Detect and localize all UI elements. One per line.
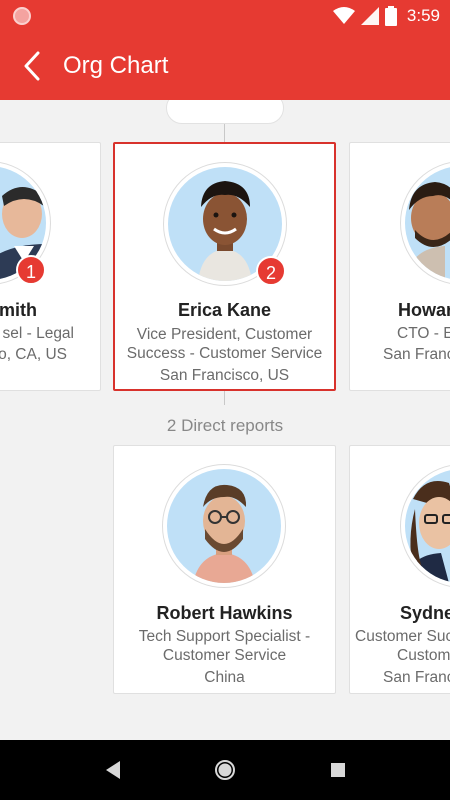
manager-card-right[interactable]: Howar CTO - E San Franc — [349, 142, 450, 391]
status-icons: 3:59 — [332, 4, 440, 28]
report-card[interactable]: Sydne Customer Suc Custom San Franc — [349, 445, 450, 694]
person-name: Erica Kane — [177, 300, 272, 320]
connector-top — [224, 124, 225, 142]
status-bar: 3:59 — [0, 0, 450, 32]
avatar-photo — [405, 166, 450, 280]
notification-dot-icon — [13, 7, 31, 25]
person-role-cont: Custom — [397, 647, 450, 664]
person-role: Tech Support Specialist - — [138, 628, 311, 645]
page-title: Org Chart — [63, 52, 169, 79]
avatar-photo — [405, 469, 450, 583]
reports-count-badge: 2 — [256, 256, 286, 286]
system-nav-bar — [0, 740, 450, 800]
nav-recents-button[interactable] — [326, 758, 350, 782]
person-location: San Franc — [383, 669, 450, 686]
person-location: co, CA, US — [0, 346, 67, 363]
manager-card-left[interactable]: 1 mith sel - Legal co, CA, US — [0, 142, 101, 391]
nav-back-icon — [106, 761, 120, 779]
nav-recents-icon — [331, 763, 345, 777]
person-role-cont: Customer Service — [162, 647, 287, 664]
person-name: Robert Hawkins — [156, 603, 293, 623]
person-role: Vice President, Customer — [136, 326, 313, 343]
nav-home-button[interactable] — [213, 758, 237, 782]
connector-middle — [224, 391, 225, 405]
battery-icon — [384, 6, 397, 26]
back-button[interactable] — [12, 46, 52, 86]
reports-count-badge: 1 — [16, 255, 46, 285]
avatar: 1 — [0, 161, 51, 285]
person-location: China — [204, 669, 245, 686]
direct-reports-label: 2 Direct reports — [166, 416, 284, 435]
avatar: 2 — [163, 162, 287, 286]
person-name: Howar — [398, 300, 450, 320]
avatar — [400, 464, 450, 588]
person-role: Customer Suc — [355, 628, 450, 645]
person-role: CTO - E — [397, 325, 450, 342]
person-role-cont: Success - Customer Service — [126, 345, 323, 362]
avatar — [400, 161, 450, 285]
avatar — [162, 464, 286, 588]
person-location: San Francisco, US — [159, 367, 290, 384]
nav-back-button[interactable] — [101, 758, 125, 782]
parent-node-pill[interactable] — [166, 100, 284, 124]
person-name: mith — [0, 300, 37, 320]
report-card[interactable]: Robert Hawkins Tech Support Specialist -… — [113, 445, 336, 694]
org-chart-canvas[interactable]: 1 mith sel - Legal co, CA, US 2 Erica Ka… — [0, 100, 450, 740]
person-location: San Franc — [383, 346, 450, 363]
avatar-photo — [167, 469, 281, 583]
signal-icon — [360, 7, 379, 25]
manager-card-selected[interactable]: 2 Erica Kane Vice President, Customer Su… — [113, 142, 336, 391]
status-time: 3:59 — [406, 6, 440, 25]
wifi-icon — [332, 7, 355, 24]
nav-home-icon — [215, 760, 235, 780]
back-arrow-icon — [24, 51, 40, 81]
person-name: Sydne — [400, 603, 450, 623]
person-role: sel - Legal — [2, 325, 74, 342]
app-bar: Org Chart — [0, 32, 450, 100]
